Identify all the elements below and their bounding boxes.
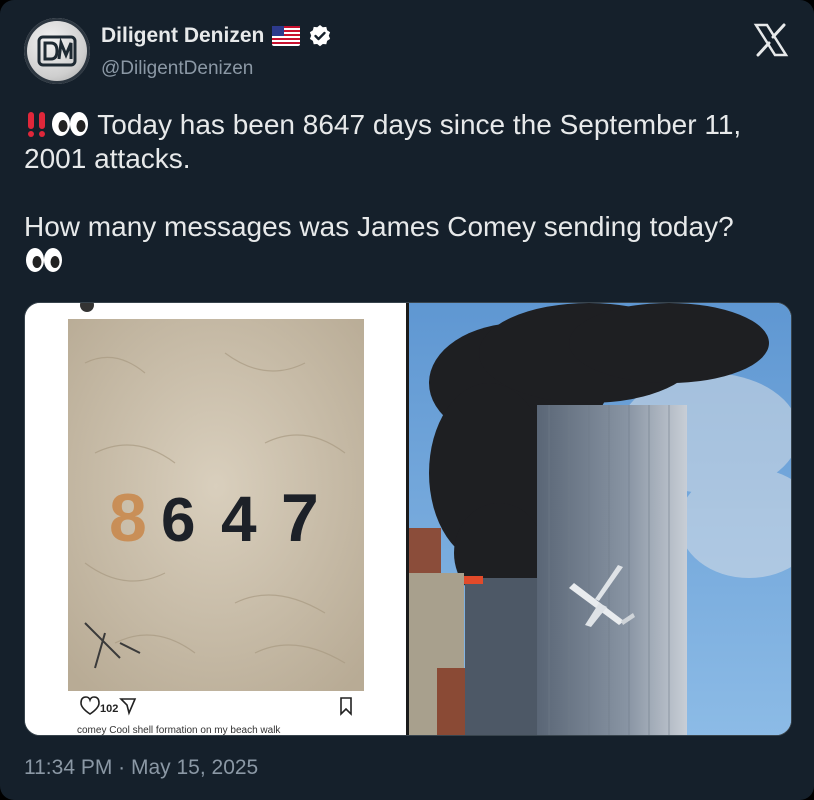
avatar[interactable] [24,18,90,84]
instagram-likes: 102 [100,703,119,715]
tweet-line-4 [24,244,794,278]
author-handle[interactable]: @DiligentDenizen [101,58,253,80]
x-logo-icon[interactable] [753,22,789,58]
tweet-timestamp[interactable]: 11:34 PM · May 15, 2025 [24,756,258,780]
media-image-right[interactable] [409,303,791,735]
tweet-line-1: Today has been 8647 days since the Septe… [24,108,794,142]
media-image-left[interactable]: 8 6 4 7 102 comey Cool shell formation o… [25,303,406,735]
bookmark-icon [340,697,352,716]
shell-digit-6: 6 [161,486,195,555]
shell-digit-8: 8 [109,480,147,556]
tweet-media[interactable]: 8 6 4 7 102 comey Cool shell formation o… [24,302,792,736]
sand-photo: 8 6 4 7 [68,303,364,716]
tweet-card: Diligent Denizen @DiligentDenizen Today … [0,0,814,800]
tweet-text: Today has been 8647 days since the Septe… [24,108,794,278]
verified-badge-icon [310,25,331,47]
double-exclamation-icon [28,112,45,137]
tweet-line-1-text: Today has been 8647 days since the Septe… [90,109,742,140]
tweet-line-2: 2001 attacks. [24,143,191,174]
display-name[interactable]: Diligent Denizen [101,24,264,48]
us-flag-icon [272,26,301,46]
tower-photo [409,303,791,735]
eyes-icon [52,112,88,136]
send-icon [119,698,137,716]
logo-icon [37,35,77,67]
tweet-line-3: How many messages was James Comey sendin… [24,211,734,242]
shell-digit-4: 4 [221,483,257,555]
heart-icon [80,696,100,715]
instagram-caption: comey Cool shell formation on my beach w… [77,725,281,736]
shell-digit-7: 7 [281,480,319,556]
author-name-row: Diligent Denizen [101,24,332,48]
eyes-icon [26,248,62,272]
